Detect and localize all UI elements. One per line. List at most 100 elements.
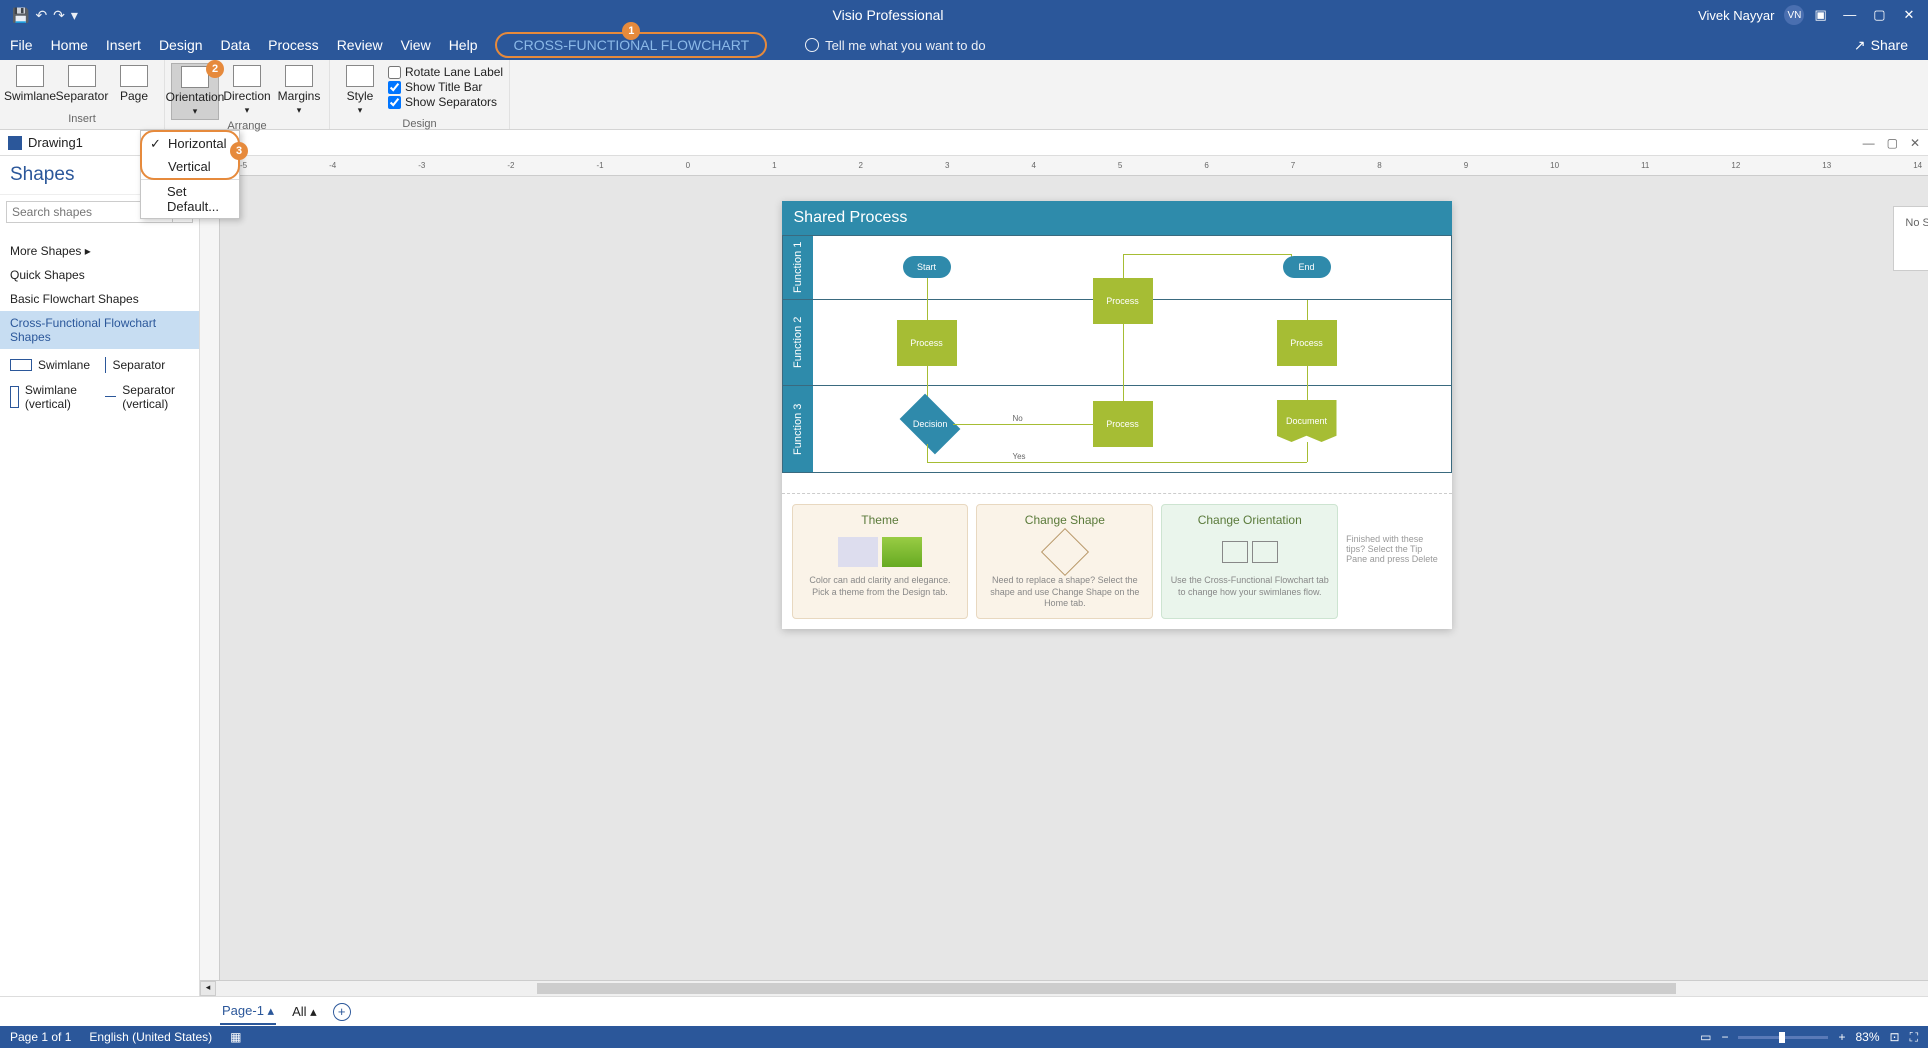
lane-3-header[interactable]: Function 3	[783, 386, 813, 472]
callout-2: 2	[206, 60, 224, 78]
avatar[interactable]: VN	[1784, 5, 1804, 25]
page-button[interactable]: Page	[110, 63, 158, 105]
doc-minimize-icon[interactable]: —	[1863, 136, 1875, 150]
tab-view[interactable]: View	[401, 37, 431, 53]
macro-icon[interactable]: ▦	[230, 1030, 241, 1044]
cat-cross-functional[interactable]: Cross-Functional Flowchart Shapes	[0, 311, 199, 349]
scroll-thumb[interactable]	[537, 983, 1677, 994]
shape-swimlane-v[interactable]: Swimlane (vertical)	[10, 383, 95, 411]
fullscreen-icon[interactable]: ⛶	[1910, 1030, 1918, 1045]
doc-icon	[8, 136, 22, 150]
zoom-in-icon[interactable]: +	[1838, 1030, 1845, 1044]
add-page-button[interactable]: +	[333, 1003, 351, 1021]
process-1[interactable]: Process	[897, 320, 957, 366]
shape-separator[interactable]: Separator	[105, 357, 190, 373]
style-icon	[346, 65, 374, 87]
redo-icon[interactable]: ↷	[53, 7, 65, 24]
process-4[interactable]: Process	[1093, 401, 1153, 447]
decision-shape[interactable]: Decision	[899, 394, 960, 455]
shape-swimlane[interactable]: Swimlane	[10, 357, 95, 373]
zoom-out-icon[interactable]: −	[1721, 1030, 1728, 1044]
page-indicator[interactable]: Page 1 of 1	[10, 1030, 71, 1044]
lane-1-header[interactable]: Function 1	[783, 236, 813, 299]
process-2[interactable]: Process	[1093, 278, 1153, 324]
chevron-down-icon: ▾	[358, 105, 363, 116]
tip-change-orientation[interactable]: Change Orientation Use the Cross-Functio…	[1161, 504, 1338, 619]
swimlane-v-shape-icon	[10, 386, 19, 408]
qat-more-icon[interactable]: ▾	[71, 7, 78, 24]
lane-2-header[interactable]: Function 2	[783, 300, 813, 385]
tab-cross-functional-flowchart[interactable]: CROSS-FUNCTIONAL FLOWCHART 1	[495, 32, 767, 58]
style-button[interactable]: Style▾	[336, 63, 384, 118]
cat-basic-flowchart[interactable]: Basic Flowchart Shapes	[0, 287, 199, 311]
page: Shared Process Function 1 Start End	[782, 201, 1452, 629]
doc-close-icon[interactable]: ✕	[1910, 136, 1920, 150]
tab-home[interactable]: Home	[51, 37, 88, 53]
tab-process[interactable]: Process	[268, 37, 319, 53]
share-button[interactable]: ↗ Share	[1854, 37, 1908, 54]
end-shape[interactable]: End	[1283, 256, 1331, 278]
rotate-lane-label-check[interactable]: Rotate Lane Label	[388, 65, 503, 79]
separator-icon	[68, 65, 96, 87]
all-pages[interactable]: All ▴	[292, 1004, 317, 1020]
tab-help[interactable]: Help	[449, 37, 478, 53]
vertical-ruler	[200, 176, 220, 980]
minimize-icon[interactable]: —	[1837, 7, 1863, 22]
show-separators-check[interactable]: Show Separators	[388, 95, 503, 109]
undo-icon[interactable]: ↶	[35, 7, 47, 24]
cat-quick-shapes[interactable]: Quick Shapes	[0, 263, 199, 287]
ribbon-options-icon[interactable]: ▣	[1814, 7, 1826, 23]
direction-icon	[233, 65, 261, 87]
user-name[interactable]: Vivek Nayyar	[1698, 8, 1774, 23]
process-3[interactable]: Process	[1277, 320, 1337, 366]
tip-theme[interactable]: Theme Color can add clarity and elegance…	[792, 504, 969, 619]
show-title-bar-check[interactable]: Show Title Bar	[388, 80, 503, 94]
tab-review[interactable]: Review	[337, 37, 383, 53]
separator-button[interactable]: Separator	[58, 63, 106, 105]
horizontal-scrollbar[interactable]: ◂ ▸	[200, 980, 1928, 996]
chevron-down-icon: ▾	[245, 105, 250, 116]
theme-preview-icon	[801, 533, 960, 571]
orientation-button[interactable]: Orientation ▾ 2	[171, 63, 219, 120]
orientation-horizontal[interactable]: Horizontal	[142, 132, 238, 155]
zoom-level[interactable]: 83%	[1856, 1030, 1880, 1044]
orientation-set-default[interactable]: Set Default...	[141, 180, 239, 218]
zoom-slider[interactable]	[1738, 1036, 1828, 1039]
separator-v-shape-icon	[105, 396, 117, 398]
shape-separator-v[interactable]: Separator (vertical)	[105, 383, 190, 411]
maximize-icon[interactable]: ▢	[1866, 7, 1892, 23]
margins-icon	[285, 65, 313, 87]
change-shape-icon	[985, 533, 1144, 571]
orientation-vertical[interactable]: Vertical	[142, 155, 238, 178]
ribbon: Swimlane Separator Page Insert Orientati…	[0, 60, 1928, 130]
tab-data[interactable]: Data	[221, 37, 251, 53]
tips-finish-text: Finished with these tips? Select the Tip…	[1346, 504, 1441, 619]
shapes-title: Shapes	[10, 164, 74, 186]
cat-more-shapes[interactable]: More Shapes ▸	[0, 239, 199, 263]
flowchart-title[interactable]: Shared Process	[782, 201, 1452, 235]
page-icon	[120, 65, 148, 87]
fit-page-icon[interactable]: ⊡	[1890, 1030, 1900, 1044]
language-indicator[interactable]: English (United States)	[89, 1030, 212, 1044]
tab-design[interactable]: Design	[159, 37, 203, 53]
margins-button[interactable]: Margins▾	[275, 63, 323, 120]
close-icon[interactable]: ✕	[1896, 7, 1922, 23]
save-icon[interactable]: 💾	[12, 7, 29, 24]
page-tab-1[interactable]: Page-1 ▴	[220, 999, 276, 1025]
quick-access-toolbar: 💾 ↶ ↷ ▾	[12, 7, 78, 24]
doc-maximize-icon[interactable]: ▢	[1887, 136, 1898, 150]
group-insert-label: Insert	[6, 113, 158, 127]
separator-shape-icon	[105, 357, 107, 373]
presentation-mode-icon[interactable]: ▭	[1700, 1030, 1711, 1044]
scroll-left-icon[interactable]: ◂	[200, 981, 216, 996]
document-shape[interactable]: Document	[1277, 400, 1337, 442]
swimlane-button[interactable]: Swimlane	[6, 63, 54, 105]
tab-insert[interactable]: Insert	[106, 37, 141, 53]
tab-file[interactable]: File	[10, 37, 33, 53]
canvas[interactable]: Shared Process Function 1 Start End	[220, 176, 1928, 980]
tip-change-shape[interactable]: Change Shape Need to replace a shape? Se…	[976, 504, 1153, 619]
direction-button[interactable]: Direction▾	[223, 63, 271, 120]
share-icon: ↗	[1854, 37, 1866, 54]
start-shape[interactable]: Start	[903, 256, 951, 278]
tell-me[interactable]: Tell me what you want to do	[805, 38, 985, 53]
